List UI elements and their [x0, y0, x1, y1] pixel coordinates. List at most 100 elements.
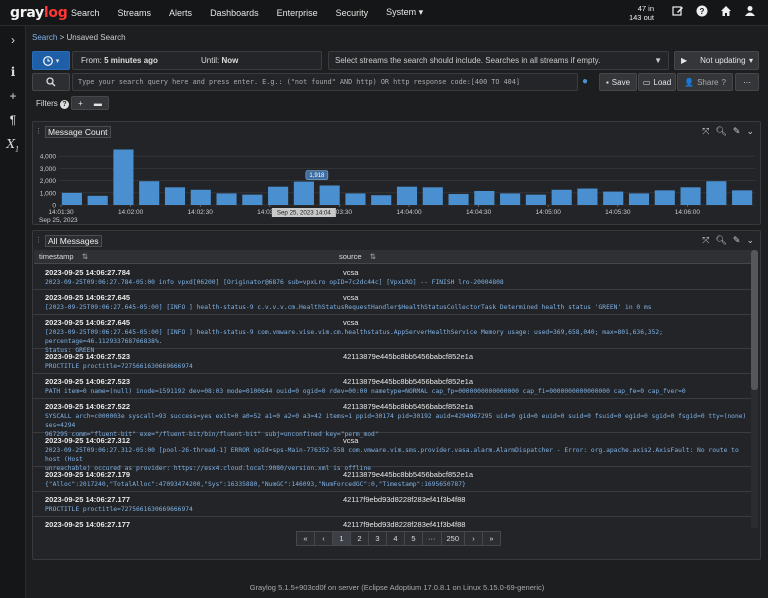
nav-dashboards[interactable]: Dashboards [201, 8, 268, 18]
scrollbar[interactable] [751, 250, 758, 528]
pagination-last[interactable]: » [482, 531, 502, 546]
nav-system[interactable]: System ▾ [377, 7, 432, 18]
bar [61, 192, 82, 205]
all-messages-widget: ⋮⋮ All Messages ⤧ 🔍︎ ✎ ⌄ timestamp ⇅ sou… [32, 230, 761, 560]
filters-text: Filters [36, 99, 58, 108]
save-button[interactable]: ▪ Save [599, 73, 637, 91]
nav-alerts[interactable]: Alerts [160, 8, 201, 18]
user-icon[interactable] [738, 5, 762, 20]
more-actions-button[interactable]: ··· [735, 73, 759, 91]
column-header-timestamp-label: timestamp [39, 252, 74, 261]
row-message: 2023-09-25T09:06:27.784-05:00 info vpxd[… [45, 279, 504, 286]
pagination-page-2[interactable]: 2 [350, 531, 369, 546]
sort-icon[interactable]: ⇅ [370, 252, 376, 261]
chevron-down-icon[interactable]: ⌄ [746, 235, 754, 246]
throughput-counter[interactable]: 47 in 143 out [629, 4, 666, 22]
nav-search[interactable]: Search [62, 8, 109, 18]
graylog-logo[interactable]: graylog [0, 5, 68, 21]
pin-icon[interactable]: ● [582, 76, 588, 87]
table-row[interactable]: 2023-09-25 14:06:27.177 42117f9ebd93d8228… [33, 517, 751, 528]
home-icon[interactable] [714, 5, 738, 20]
info-icon[interactable]: i [0, 60, 26, 84]
table-row[interactable]: 2023-09-25 14:06:27.523 42113879e445bc8bb… [33, 374, 751, 399]
plus-icon[interactable]: + [0, 84, 26, 108]
row-timestamp: 2023-09-25 14:06:27.523 [45, 352, 131, 361]
edit-icon[interactable] [666, 5, 690, 20]
x-tick-label: 14:02:30 [188, 209, 214, 216]
nav-system-label: System [386, 7, 417, 17]
pagination-first[interactable]: « [296, 531, 315, 546]
query-input[interactable]: Type your search query here and press en… [72, 73, 578, 91]
table-row[interactable]: 2023-09-25 14:06:27.177 42117f9ebd93d8228… [33, 492, 751, 517]
pagination-prev[interactable]: ‹ [314, 531, 333, 546]
pagination-ellipsis: ··· [422, 531, 442, 546]
pagination-next[interactable]: › [464, 531, 484, 546]
help-icon[interactable]: ? [690, 5, 714, 20]
breadcrumb-search-link[interactable]: Search [32, 33, 57, 42]
pagination-page-4[interactable]: 4 [386, 531, 405, 546]
search-type-button[interactable]: ▾ [32, 51, 70, 70]
table-row[interactable]: 2023-09-25 14:06:27.312 vcsa 2023-09-25T09… [33, 433, 751, 472]
nav-streams[interactable]: Streams [109, 8, 161, 18]
row-timestamp: 2023-09-25 14:06:27.179 [45, 470, 131, 479]
time-range-display[interactable]: From: 5 minutes ago Until: Now [72, 51, 322, 70]
bar [525, 194, 546, 205]
parameters-icon[interactable]: X1 [0, 132, 26, 156]
bar [164, 187, 186, 205]
widget-title[interactable]: All Messages [45, 235, 102, 247]
drag-handle-icon[interactable]: ⋮⋮ [35, 236, 49, 244]
hover-tooltip-value: 1,918 [309, 173, 325, 179]
search-button[interactable] [32, 73, 70, 91]
row-source: vcsa [343, 436, 359, 445]
top-navbar: graylog Search Streams Alerts Dashboards… [0, 0, 768, 26]
table-row[interactable]: 2023-09-25 14:06:27.179 42113879e445bc8bb… [33, 467, 751, 492]
load-label: Load [653, 77, 672, 87]
row-timestamp: 2023-09-25 14:06:27.645 [45, 293, 131, 302]
table-row[interactable]: 2023-09-25 14:06:27.522 42113879e445bc8bb… [33, 399, 751, 438]
bar [345, 193, 366, 205]
bar [448, 194, 469, 205]
row-timestamp: 2023-09-25 14:06:27.177 [45, 520, 131, 528]
table-row[interactable]: 2023-09-25 14:06:27.645 vcsa [2023-09-25T0… [33, 290, 751, 315]
folder-icon: ▭ [642, 77, 651, 87]
footer-version: Graylog 5.1.5+903cd0f on server (Eclipse… [249, 583, 545, 592]
nav-security[interactable]: Security [327, 8, 378, 18]
column-header-source[interactable]: source ⇅ [339, 250, 376, 264]
table-row[interactable]: 2023-09-25 14:06:27.645 vcsa [2023-09-25T0… [33, 315, 751, 354]
bar [113, 149, 134, 205]
chevron-right-icon[interactable]: › [0, 28, 26, 52]
streams-select[interactable]: Select streams the search should include… [328, 51, 669, 70]
bar [396, 186, 418, 205]
x-tick-label: 14:05:30 [605, 209, 631, 216]
search-icon[interactable]: 🔍︎ [715, 235, 726, 246]
sort-icon[interactable]: ⇅ [82, 252, 88, 261]
pagination-page-1[interactable]: 1 [332, 531, 351, 546]
paragraph-icon[interactable]: ¶ [0, 108, 26, 132]
x-date-label: Sep 25, 2023 [39, 217, 78, 224]
help-icon[interactable]: ? [60, 100, 70, 109]
query-placeholder: Type your search query here and press en… [78, 78, 520, 86]
pagination-page-last[interactable]: 250 [440, 531, 466, 546]
bar [680, 187, 701, 205]
table-row[interactable]: 2023-09-25 14:06:27.784 vcsa 2023-09-25T09… [33, 265, 751, 290]
refresh-toggle-button[interactable]: ▶ Not updating ▾ [674, 51, 759, 70]
add-filter-button[interactable]: + ▬ [71, 96, 109, 110]
edit-icon[interactable]: ✎ [733, 235, 741, 246]
row-source: 42117f9ebd93d8228f283ef41f3b4f88 [343, 520, 466, 528]
message-count-chart[interactable]: 01,0002,0003,0004,00014:01:30 14:02:00 14:… [33, 122, 762, 226]
x-tick-label: 14:02:00 [118, 209, 144, 216]
column-header-timestamp[interactable]: timestamp ⇅ [39, 250, 88, 264]
nav-enterprise[interactable]: Enterprise [268, 8, 327, 18]
expand-icon[interactable]: ⤧ [702, 235, 709, 246]
throughput-out: 143 out [628, 12, 654, 22]
time-until-label: Until: [201, 56, 220, 65]
table-row[interactable]: 2023-09-25 14:06:27.523 42113879e445bc8bb… [33, 349, 751, 374]
load-button[interactable]: ▭ Load [638, 73, 676, 91]
row-timestamp: 2023-09-25 14:06:27.312 [45, 436, 131, 445]
row-timestamp: 2023-09-25 14:06:27.177 [45, 495, 131, 504]
pagination-page-5[interactable]: 5 [404, 531, 423, 546]
svg-text:?: ? [700, 7, 705, 16]
bar [371, 195, 392, 205]
share-button[interactable]: 👤 Share? [677, 73, 733, 91]
pagination-page-3[interactable]: 3 [368, 531, 387, 546]
